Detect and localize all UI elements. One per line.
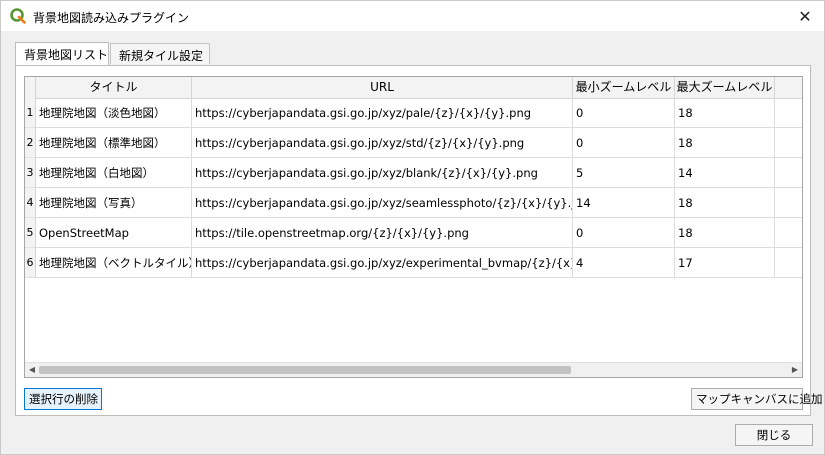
row-number[interactable]: 3 (25, 158, 36, 188)
column-header-filler (775, 77, 802, 98)
cell-title[interactable]: 地理院地図（淡色地図） (36, 98, 192, 128)
cell-url[interactable]: https://cyberjapandata.gsi.go.jp/xyz/bla… (192, 158, 573, 188)
window-title: 背景地図読み込みプラグイン (33, 11, 190, 25)
delete-selected-row-button[interactable]: 選択行の削除 (24, 388, 102, 410)
cell-min-zoom[interactable]: 14 (573, 188, 675, 218)
cell-title[interactable]: OpenStreetMap (36, 218, 192, 248)
tab-new-tile-settings[interactable]: 新規タイル設定 (110, 43, 210, 64)
column-header-min-zoom[interactable]: 最小ズームレベル (573, 77, 675, 98)
scrollbar-thumb[interactable] (39, 366, 571, 374)
cell-url[interactable]: https://cyberjapandata.gsi.go.jp/xyz/exp… (192, 248, 573, 278)
map-list-table[interactable]: タイトル URL 最小ズームレベル 最大ズームレベル 1 地理院地図（淡色地図） h… (24, 76, 803, 378)
row-number[interactable]: 2 (25, 128, 36, 158)
column-header-max-zoom[interactable]: 最大ズームレベル (675, 77, 775, 98)
close-button[interactable]: 閉じる (735, 424, 813, 446)
table-header: タイトル URL 最小ズームレベル 最大ズームレベル (25, 77, 802, 99)
row-number[interactable]: 1 (25, 98, 36, 128)
cell-max-zoom[interactable]: 18 (675, 128, 775, 158)
column-header-title[interactable]: タイトル (36, 77, 192, 98)
cell-url[interactable]: https://cyberjapandata.gsi.go.jp/xyz/sea… (192, 188, 573, 218)
cell-filler[interactable] (775, 128, 802, 158)
cell-max-zoom[interactable]: 17 (675, 248, 775, 278)
cell-max-zoom[interactable]: 14 (675, 158, 775, 188)
cell-url[interactable]: https://cyberjapandata.gsi.go.jp/xyz/std… (192, 128, 573, 158)
horizontal-scrollbar[interactable]: ◀ ▶ (25, 362, 802, 377)
cell-title[interactable]: 地理院地図（写真） (36, 188, 192, 218)
tab-panel: タイトル URL 最小ズームレベル 最大ズームレベル 1 地理院地図（淡色地図） h… (15, 65, 823, 416)
row-number[interactable]: 5 (25, 218, 36, 248)
corner-cell (25, 77, 36, 98)
cell-min-zoom[interactable]: 5 (573, 158, 675, 188)
scroll-left-icon[interactable]: ◀ (26, 364, 38, 376)
add-to-map-canvas-button[interactable]: マップキャンバスに追加 (691, 388, 823, 410)
cell-url[interactable]: https://tile.openstreetmap.org/{z}/{x}/{… (192, 218, 573, 248)
dialog-window: 背景地図読み込みプラグイン ✕ 背景地図リスト 新規タイル設定 タイトル URL… (0, 0, 825, 455)
cell-title[interactable]: 地理院地図（白地図） (36, 158, 192, 188)
cell-max-zoom[interactable]: 18 (675, 98, 775, 128)
cell-min-zoom[interactable]: 0 (573, 98, 675, 128)
tab-background-map-list[interactable]: 背景地図リスト (15, 42, 109, 65)
qgis-logo-icon (10, 8, 26, 24)
cell-filler[interactable] (775, 158, 802, 188)
cell-filler[interactable] (775, 188, 802, 218)
scroll-right-icon[interactable]: ▶ (789, 364, 801, 376)
cell-title[interactable]: 地理院地図（標準地図） (36, 128, 192, 158)
cell-filler[interactable] (775, 218, 802, 248)
cell-filler[interactable] (775, 98, 802, 128)
cell-min-zoom[interactable]: 0 (573, 218, 675, 248)
cell-filler[interactable] (775, 248, 802, 278)
row-number[interactable]: 6 (25, 248, 36, 278)
cell-min-zoom[interactable]: 0 (573, 128, 675, 158)
cell-max-zoom[interactable]: 18 (675, 188, 775, 218)
column-header-url[interactable]: URL (192, 77, 573, 98)
cell-title[interactable]: 地理院地図（ベクトルタイル） (36, 248, 192, 278)
close-window-icon[interactable]: ✕ (794, 5, 816, 27)
cell-min-zoom[interactable]: 4 (573, 248, 675, 278)
row-number[interactable]: 4 (25, 188, 36, 218)
cell-max-zoom[interactable]: 18 (675, 218, 775, 248)
cell-url[interactable]: https://cyberjapandata.gsi.go.jp/xyz/pal… (192, 98, 573, 128)
title-bar: 背景地図読み込みプラグイン ✕ (1, 1, 824, 31)
